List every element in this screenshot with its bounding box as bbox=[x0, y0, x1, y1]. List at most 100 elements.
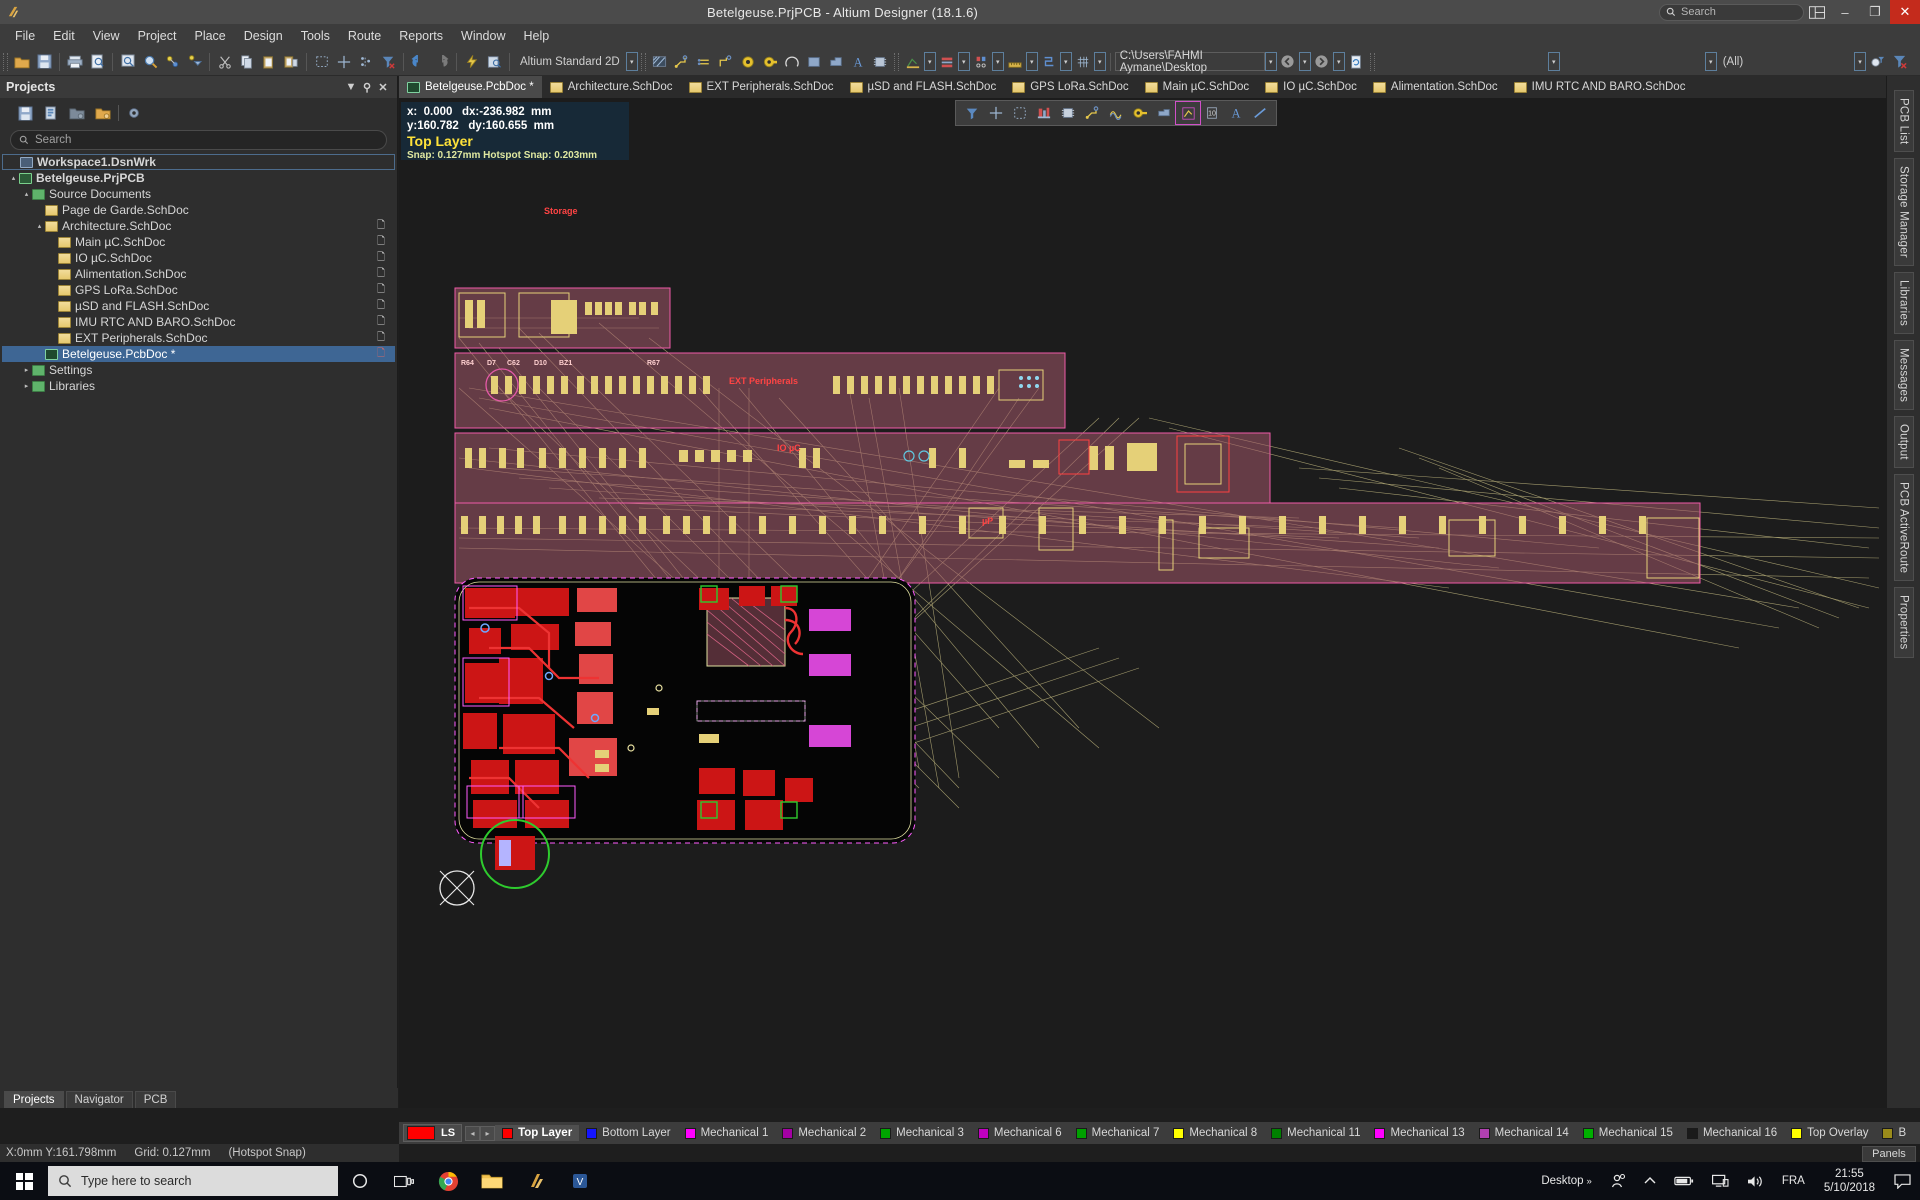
file-explorer-icon[interactable] bbox=[470, 1162, 514, 1200]
tree-item[interactable]: IMU RTC AND BARO.SchDoc 🗋 bbox=[2, 314, 395, 330]
compile-project-icon[interactable] bbox=[40, 102, 62, 124]
toolbar-grip-3[interactable] bbox=[893, 52, 899, 71]
tree-item[interactable]: Betelgeuse.PcbDoc * 🗋 bbox=[2, 346, 395, 362]
open-folder-icon[interactable] bbox=[11, 51, 33, 73]
tree-item[interactable]: EXT Peripherals.SchDoc 🗋 bbox=[2, 330, 395, 346]
tree-item[interactable]: Main µC.SchDoc 🗋 bbox=[2, 234, 395, 250]
select-area-icon[interactable] bbox=[311, 51, 333, 73]
layer-tab[interactable]: Mechanical 8 bbox=[1166, 1125, 1264, 1141]
paste-array-icon[interactable] bbox=[280, 51, 302, 73]
component-icon[interactable] bbox=[1056, 102, 1080, 124]
cortana-icon[interactable] bbox=[338, 1162, 382, 1200]
copy-icon[interactable] bbox=[236, 51, 258, 73]
layer-tab[interactable]: Mechanical 13 bbox=[1367, 1125, 1471, 1141]
fill-icon[interactable] bbox=[1152, 102, 1176, 124]
altium-icon[interactable] bbox=[514, 1162, 558, 1200]
panel-tab-pcb[interactable]: PCB bbox=[134, 1091, 177, 1108]
highlight-icon[interactable] bbox=[1866, 51, 1888, 73]
component-icon[interactable] bbox=[869, 51, 891, 73]
editor-tab[interactable]: Betelgeuse.PcbDoc * bbox=[399, 76, 542, 98]
tree-item[interactable]: ▸ Libraries bbox=[2, 378, 395, 394]
pad-icon[interactable] bbox=[759, 51, 781, 73]
layer-stack-dropdown-caret[interactable]: ▾ bbox=[957, 52, 970, 71]
netlist-icon[interactable] bbox=[1038, 51, 1060, 73]
dimension-icon[interactable] bbox=[902, 51, 924, 73]
global-search-input[interactable]: Search bbox=[1659, 3, 1804, 21]
differential-pair-icon[interactable] bbox=[693, 51, 715, 73]
redo-icon[interactable] bbox=[430, 51, 452, 73]
layer-prev-button[interactable]: ◂ bbox=[465, 1125, 481, 1141]
right-tab-messages[interactable]: Messages bbox=[1893, 340, 1914, 411]
menu-file[interactable]: File bbox=[6, 26, 44, 46]
region-icon[interactable] bbox=[825, 51, 847, 73]
panel-tab-navigator[interactable]: Navigator bbox=[65, 1091, 133, 1108]
project-path-input[interactable]: C:\Users\FAHMI Aymane\Desktop bbox=[1114, 50, 1265, 74]
layer-tab[interactable]: Mechanical 14 bbox=[1472, 1125, 1576, 1141]
grid-dropdown-caret[interactable]: ▾ bbox=[1093, 52, 1106, 71]
layer-tab[interactable]: Mechanical 11 bbox=[1264, 1125, 1367, 1141]
minimize-button[interactable]: – bbox=[1830, 0, 1860, 24]
expand-arrow-icon[interactable]: ▸ bbox=[21, 382, 32, 390]
interactive-route-icon[interactable] bbox=[715, 51, 737, 73]
layer-sets-control[interactable]: LS bbox=[403, 1124, 463, 1142]
layer-next-button[interactable]: ▸ bbox=[480, 1125, 496, 1141]
editor-tab[interactable]: GPS LoRa.SchDoc bbox=[1004, 76, 1136, 98]
settings-gear-icon[interactable] bbox=[123, 102, 145, 124]
collapse-arrow-icon[interactable]: ▴ bbox=[34, 222, 45, 230]
ruler-dropdown-caret[interactable]: ▾ bbox=[1025, 52, 1038, 71]
visio-icon[interactable]: V bbox=[558, 1162, 602, 1200]
menu-design[interactable]: Design bbox=[235, 26, 292, 46]
back-icon[interactable] bbox=[1277, 51, 1299, 73]
layer-tab[interactable]: Mechanical 16 bbox=[1680, 1125, 1784, 1141]
move-icon[interactable] bbox=[333, 51, 355, 73]
close-button[interactable]: ✕ bbox=[1890, 0, 1920, 24]
start-button[interactable] bbox=[0, 1162, 48, 1200]
mask-level-caret[interactable]: ▾ bbox=[1854, 52, 1866, 71]
line-icon[interactable] bbox=[1248, 102, 1272, 124]
drc-dropdown-caret[interactable]: ▾ bbox=[991, 52, 1004, 71]
right-tab-storage-manager[interactable]: Storage Manager bbox=[1893, 158, 1914, 267]
right-tab-pcb-activeroute[interactable]: PCB ActiveRoute bbox=[1893, 473, 1914, 582]
clear-filter-icon[interactable] bbox=[377, 51, 399, 73]
collapse-arrow-icon[interactable]: ▴ bbox=[8, 174, 19, 182]
people-icon[interactable] bbox=[1601, 1162, 1635, 1200]
browse-icon[interactable] bbox=[483, 51, 505, 73]
cut-icon[interactable] bbox=[214, 51, 236, 73]
right-tab-pcb-list[interactable]: PCB List bbox=[1893, 90, 1914, 153]
forward-icon[interactable] bbox=[1311, 51, 1333, 73]
layer-stack-icon[interactable] bbox=[936, 51, 958, 73]
editor-tab[interactable]: EXT Peripherals.SchDoc bbox=[681, 76, 842, 98]
cross-select-icon[interactable] bbox=[183, 51, 205, 73]
select-region-icon[interactable] bbox=[1008, 102, 1032, 124]
tree-item[interactable]: µSD and FLASH.SchDoc 🗋 bbox=[2, 298, 395, 314]
workspace-dropdown-caret[interactable]: ▾ bbox=[625, 52, 638, 71]
editor-tab[interactable]: µSD and FLASH.SchDoc bbox=[842, 76, 1005, 98]
pcb-canvas[interactable]: Storage EXT Peripherals IO µC µP R64 D7 … bbox=[399, 88, 1886, 1108]
layer-tab[interactable]: Mechanical 3 bbox=[873, 1125, 971, 1141]
pin-icon[interactable]: ⚲ bbox=[359, 81, 375, 94]
layer-tab[interactable]: Mechanical 15 bbox=[1576, 1125, 1680, 1141]
fill-icon[interactable] bbox=[803, 51, 825, 73]
layer-tab[interactable]: Mechanical 1 bbox=[678, 1125, 776, 1141]
via-icon[interactable] bbox=[1128, 102, 1152, 124]
network-icon[interactable] bbox=[1703, 1162, 1738, 1200]
back-dropdown-caret[interactable]: ▾ bbox=[1298, 52, 1311, 71]
menu-help[interactable]: Help bbox=[514, 26, 558, 46]
task-view-icon[interactable] bbox=[382, 1162, 426, 1200]
toolbar-grip-2[interactable] bbox=[640, 52, 646, 71]
toolbar-grip-4[interactable] bbox=[1369, 52, 1375, 71]
tree-item[interactable]: Alimentation.SchDoc 🗋 bbox=[2, 266, 395, 282]
menu-tools[interactable]: Tools bbox=[292, 26, 339, 46]
arc-icon[interactable] bbox=[781, 51, 803, 73]
tree-item[interactable]: Workspace1.DsnWrk bbox=[2, 154, 395, 170]
save-all-icon[interactable] bbox=[14, 102, 36, 124]
tree-item[interactable]: ▴ Betelgeuse.PrjPCB bbox=[2, 170, 395, 186]
taskbar-clock[interactable]: 21:55 5/10/2018 bbox=[1814, 1167, 1885, 1196]
editor-tab[interactable]: Alimentation.SchDoc bbox=[1365, 76, 1506, 98]
projects-search-input[interactable]: Search bbox=[10, 130, 387, 150]
crosshair-icon[interactable] bbox=[984, 102, 1008, 124]
collapse-arrow-icon[interactable]: ▴ bbox=[21, 190, 32, 198]
text-string-icon[interactable]: A bbox=[1224, 102, 1248, 124]
print-preview-icon[interactable] bbox=[86, 51, 108, 73]
taskbar-overflow-icon[interactable]: » bbox=[1587, 1176, 1592, 1187]
